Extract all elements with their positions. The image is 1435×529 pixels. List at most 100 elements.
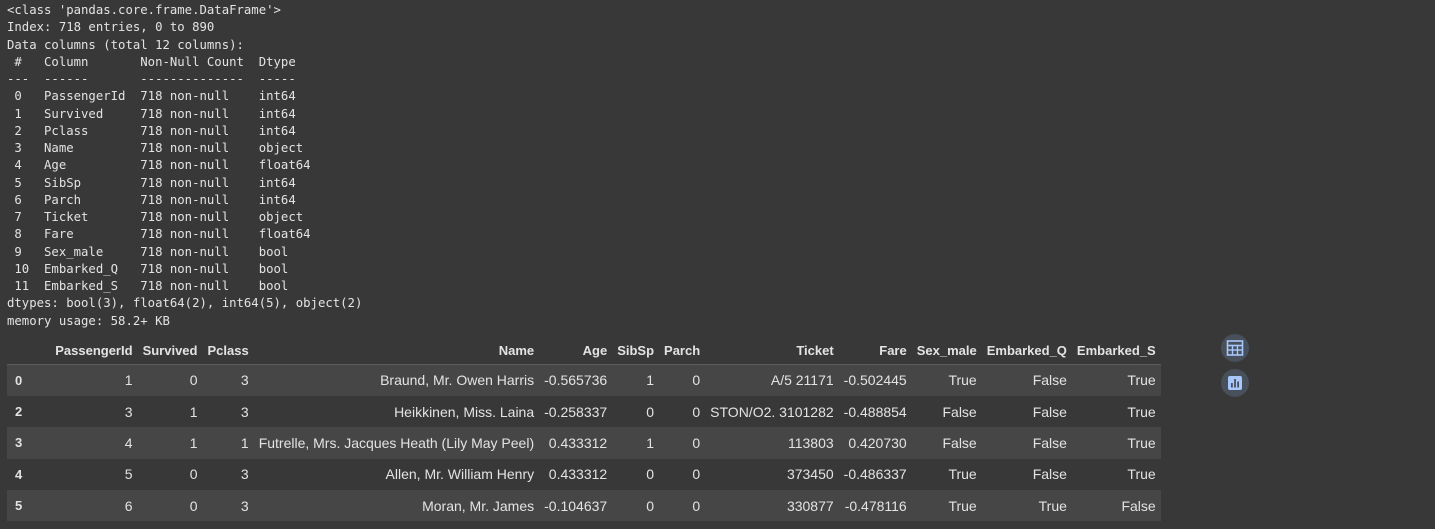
row-index: 0 [15,372,23,388]
table-cell: 0.433312 [548,434,608,451]
dataframe-output: PassengerId Survived Pclass Name Age Sib… [7,336,1161,522]
info-line: --- ------ -------------- ----- [7,72,311,86]
table-cell: 0.420730 [848,434,907,451]
table-cell: 1 [189,434,198,451]
table-cell: 0 [189,372,198,389]
table-row: 2 3 1 3 Heikkinen, Miss. Laina -0.258337… [7,395,1161,428]
table-cell: 0.433312 [548,466,608,483]
info-line: 1 Survived 718 non-null int64 [7,106,311,121]
table-row: 0 1 0 3 Braund, Mr. Owen Harris -0.56573… [7,364,1161,396]
info-line: 7 Ticket 718 non-null object [7,210,311,224]
table-cell: -0.565736 [544,372,608,389]
table-cell: -0.488854 [843,403,907,420]
info-line: # Column Non-Null Count Dtype [7,54,311,69]
suggest-charts-button[interactable] [1221,369,1249,397]
table-cell: 0 [692,466,701,483]
info-line: 0 PassengerId 718 non-null int64 [7,89,311,104]
table-cell: 1 [646,434,655,451]
column-header: PassengerId [55,342,133,358]
table-cell: A/5 21171 [770,372,834,389]
column-header: Age [582,342,608,358]
info-line: Index: 718 entries, 0 to 890 [7,20,215,35]
table-row: 5 6 0 3 Moran, Mr. James -0.104637 0 0 3… [7,490,1161,522]
table-cell: 113803 [787,434,834,451]
table-cell: 3 [124,403,133,420]
row-index: 2 [15,404,23,420]
table-cell: -0.104637 [544,497,608,514]
table-cell: 6 [124,497,133,514]
table-cell: True [1127,434,1156,451]
table-cell: STON/O2. 3101282 [710,403,834,420]
table-cell: 0 [692,434,701,451]
info-line: 3 Name 718 non-null object [7,141,311,155]
dataframe-table: PassengerId Survived Pclass Name Age Sib… [7,336,1161,522]
table-cell: 5 [124,466,133,483]
table-cell: 1 [124,372,133,389]
table-cell: 0 [692,372,701,389]
table-grid-icon [1226,340,1244,356]
column-header: Parch [664,342,701,358]
table-cell: False [942,434,977,451]
table-cell: 0 [646,497,655,514]
table-cell: True [1127,372,1156,389]
info-line: 10 Embarked_Q 718 non-null bool [7,261,311,276]
column-header: Ticket [796,342,834,358]
info-line: 4 Age 718 non-null float64 [7,158,311,173]
table-cell: Moran, Mr. James [422,497,535,514]
table-cell: 0 [646,403,655,420]
table-cell: 0 [189,466,198,483]
column-header: Embarked_Q [986,342,1067,358]
info-line: dtypes: bool(3), float64(2), int64(5), o… [7,296,363,311]
table-cell: 4 [124,434,133,451]
table-cell: False [1032,466,1067,483]
convert-to-interactive-table-button[interactable] [1221,334,1249,362]
column-header: Sex_male [916,342,977,358]
column-header: Survived [142,342,198,358]
table-cell: True [948,466,977,483]
table-body: 0 1 0 3 Braund, Mr. Owen Harris -0.56573… [7,364,1161,522]
dataframe-info-output: <class 'pandas.core.frame.DataFrame'> Ind… [7,2,362,330]
table-cell: True [948,372,977,389]
table-header: PassengerId Survived Pclass Name Age Sib… [7,336,1161,365]
table-cell: -0.478116 [844,497,907,514]
table-row: 4 5 0 3 Allen, Mr. William Henry 0.43331… [7,458,1161,491]
table-cell: Futrelle, Mrs. Jacques Heath (Lily May P… [258,434,535,451]
column-header: Pclass [207,342,249,358]
table-cell: 3 [240,497,249,514]
table-cell: Braund, Mr. Owen Harris [380,372,535,389]
info-line: 6 Parch 718 non-null int64 [7,192,311,207]
table-row: 3 4 1 1 Futrelle, Mrs. Jacques Heath (Li… [7,427,1161,459]
table-cell: True [1127,466,1156,483]
row-index: 3 [15,435,23,451]
table-cell: False [1032,372,1067,389]
table-cell: 330877 [786,497,834,514]
column-header: Fare [879,342,907,358]
table-cell: Heikkinen, Miss. Laina [394,403,535,420]
info-line: 5 SibSp 718 non-null int64 [7,175,311,190]
table-cell: True [1038,497,1067,514]
table-cell: False [942,403,977,420]
table-cell: 1 [240,434,249,451]
table-cell: True [948,497,977,514]
table-cell: False [1032,434,1067,451]
table-cell: False [1032,403,1067,420]
table-cell: False [1121,497,1156,514]
bar-chart-icon [1228,376,1242,390]
table-cell: -0.486337 [843,466,907,483]
table-cell: -0.258337 [544,403,608,420]
table-cell: 373450 [786,466,834,483]
column-header: SibSp [617,342,655,358]
table-cell: -0.502445 [843,372,907,389]
table-cell: 0 [692,497,701,514]
header-row: PassengerId Survived Pclass Name Age Sib… [7,336,1161,365]
info-line: 8 Fare 718 non-null float64 [7,227,311,242]
info-line: 9 Sex_male 718 non-null bool [7,244,311,259]
table-cell: 1 [646,372,655,389]
table-cell: Allen, Mr. William Henry [385,466,535,483]
table-cell: 0 [646,466,655,483]
row-index: 5 [15,498,23,514]
info-line: 11 Embarked_S 718 non-null bool [7,279,311,293]
table-cell: 3 [240,403,249,420]
column-header: Embarked_S [1076,342,1156,358]
info-line: Data columns (total 12 columns): [7,37,244,52]
